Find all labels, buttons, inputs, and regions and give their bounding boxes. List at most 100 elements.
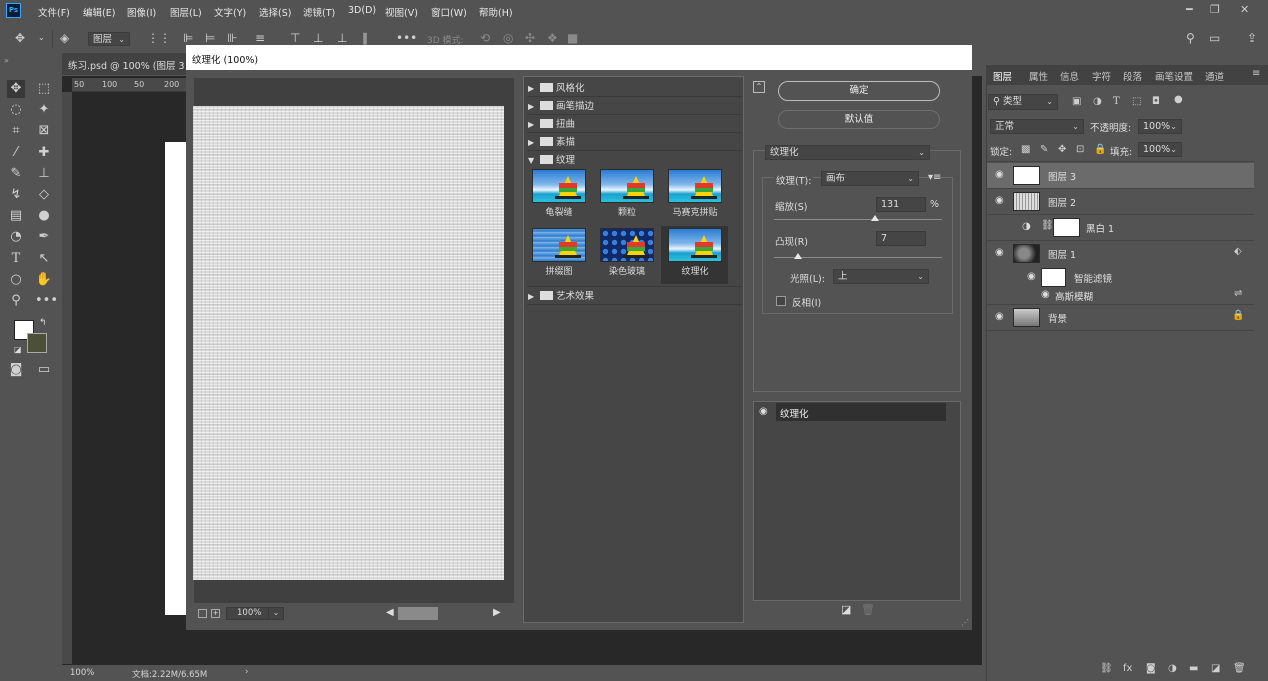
filter-blend-options-icon[interactable]: ⇌ bbox=[1234, 288, 1242, 299]
delete-layer-icon[interactable]: 🗑 bbox=[1233, 662, 1246, 676]
filter-smart-object-icon[interactable]: ◘ bbox=[1152, 95, 1160, 109]
tab-channels[interactable]: 通道 bbox=[1205, 69, 1224, 83]
thumb-texturizer[interactable] bbox=[668, 228, 722, 262]
relief-slider-knob[interactable] bbox=[793, 253, 802, 259]
fx-icon[interactable]: fx bbox=[1123, 662, 1132, 676]
invert-label[interactable]: 反相(I) bbox=[792, 295, 821, 309]
preview-horizontal-scrollbar[interactable] bbox=[398, 607, 438, 620]
panel-menu-icon[interactable]: ≡ bbox=[1252, 68, 1260, 79]
align-left-icon[interactable]: ⊫ bbox=[183, 31, 193, 45]
thumb-stained-glass[interactable] bbox=[600, 228, 654, 262]
filter-adjustment-icon[interactable]: ◑ bbox=[1093, 95, 1102, 109]
status-zoom[interactable]: 100% bbox=[70, 668, 94, 678]
folder-brush-strokes[interactable]: ▶ 画笔描边 bbox=[528, 98, 594, 114]
new-group-icon[interactable]: ▬ bbox=[1189, 662, 1198, 676]
filter-label-craquelure[interactable]: 龟裂缝 bbox=[528, 205, 590, 218]
invert-checkbox[interactable] bbox=[776, 296, 786, 306]
lock-pixels-icon[interactable]: ✎ bbox=[1040, 143, 1048, 157]
menu-image[interactable]: 图像(I) bbox=[127, 5, 156, 19]
align-top-icon[interactable]: ⊤ bbox=[290, 31, 300, 45]
default-button[interactable]: 默认值 bbox=[778, 110, 940, 129]
marquee-tool[interactable]: ⬚ bbox=[35, 80, 53, 98]
layer-row[interactable]: ◉ 图层 1 ⬖ bbox=[987, 241, 1254, 266]
move-tool[interactable]: ✥ bbox=[7, 80, 25, 98]
smart-filter-icon[interactable]: ⬖ bbox=[1234, 246, 1242, 257]
collapse-catalog-icon[interactable]: ⌃ bbox=[753, 81, 765, 93]
layer-row[interactable]: ◑ ⛓ 黑白 1 bbox=[987, 215, 1254, 240]
type-tool[interactable]: T bbox=[7, 250, 25, 268]
eye-icon[interactable]: ◉ bbox=[995, 195, 1004, 206]
auto-select-icon[interactable]: ◈ bbox=[60, 31, 69, 45]
chevron-right-icon[interactable]: › bbox=[245, 667, 248, 677]
scale-input[interactable]: 131 bbox=[876, 197, 926, 212]
screen-mode-icon[interactable]: ▭ bbox=[35, 361, 53, 379]
gradient-tool[interactable]: ▤ bbox=[7, 207, 25, 225]
layer-row[interactable]: ◉ 图层 3 bbox=[987, 163, 1254, 188]
swap-colors-icon[interactable]: ↰ bbox=[39, 318, 47, 328]
fill-input[interactable]: 100% ⌄ bbox=[1138, 142, 1182, 157]
layer-name[interactable]: 图层 2 bbox=[1048, 195, 1076, 209]
transform-controls-icon[interactable]: ⋮⋮ bbox=[147, 31, 171, 45]
layer-mask-thumbnail[interactable] bbox=[1053, 218, 1080, 237]
distribute-icon[interactable]: ≡ bbox=[255, 31, 265, 45]
thumb-grain[interactable] bbox=[600, 169, 654, 203]
magic-wand-tool[interactable]: ✦ bbox=[35, 101, 53, 119]
filter-label-mosaic-tiles[interactable]: 马赛克拼贴 bbox=[664, 205, 726, 218]
layer-row[interactable]: ◉ 背景 🔒 bbox=[987, 305, 1254, 330]
scale-slider-track[interactable] bbox=[774, 219, 942, 220]
folder-artistic[interactable]: ▶ 艺术效果 bbox=[528, 288, 594, 304]
menu-filter[interactable]: 滤镜(T) bbox=[303, 5, 335, 19]
effect-layer-row[interactable]: 纹理化 bbox=[776, 403, 946, 421]
new-effect-layer-icon[interactable]: ◪ bbox=[841, 603, 851, 616]
menu-edit[interactable]: 编辑(E) bbox=[83, 5, 115, 19]
eyedropper-tool[interactable]: ⁄ bbox=[7, 144, 25, 162]
filter-pixel-icon[interactable]: ▣ bbox=[1072, 95, 1081, 109]
blur-tool[interactable]: ● bbox=[35, 207, 53, 225]
layer-name[interactable]: 背景 bbox=[1048, 311, 1067, 325]
history-brush-tool[interactable]: ↯ bbox=[7, 186, 25, 204]
menu-window[interactable]: 窗口(W) bbox=[431, 5, 467, 19]
zoom-out-icon[interactable] bbox=[198, 609, 207, 618]
thumb-craquelure[interactable] bbox=[532, 169, 586, 203]
align-center-icon[interactable]: ⊨ bbox=[205, 31, 215, 45]
lock-position-icon[interactable]: ✥ bbox=[1058, 143, 1066, 157]
smart-filter-mask[interactable] bbox=[1041, 268, 1066, 287]
menu-help[interactable]: 帮助(H) bbox=[479, 5, 513, 19]
layer-row[interactable]: ◉ 图层 2 bbox=[987, 189, 1254, 214]
filter-label-texturizer[interactable]: 纹理化 bbox=[664, 264, 726, 277]
align-right-icon[interactable]: ⊪ bbox=[227, 31, 237, 45]
tab-paragraph[interactable]: 段落 bbox=[1123, 69, 1142, 83]
move-tool-icon[interactable]: ✥ bbox=[15, 31, 25, 45]
add-mask-icon[interactable]: ◙ bbox=[1146, 662, 1156, 676]
filter-toggle-icon[interactable]: ● bbox=[1174, 93, 1183, 107]
lasso-tool[interactable]: ◌ bbox=[7, 101, 25, 119]
layer-name[interactable]: 智能滤镜 bbox=[1074, 271, 1112, 285]
eye-icon[interactable]: ◉ bbox=[995, 311, 1004, 322]
hand-tool[interactable]: ✋ bbox=[35, 271, 53, 289]
blend-mode-dropdown[interactable]: 正常 ⌄ bbox=[990, 119, 1084, 134]
workspace-icon[interactable]: ▭ bbox=[1209, 31, 1220, 45]
tab-character[interactable]: 字符 bbox=[1092, 69, 1111, 83]
menu-view[interactable]: 视图(V) bbox=[385, 5, 418, 19]
link-icon[interactable]: ⛓ bbox=[1041, 220, 1054, 231]
link-layers-icon[interactable]: ⛓ bbox=[1100, 662, 1113, 676]
zoom-tool[interactable]: ⚲ bbox=[7, 292, 25, 310]
eraser-tool[interactable]: ◇ bbox=[35, 186, 53, 204]
more-tools-icon[interactable]: ••• bbox=[35, 292, 58, 310]
layer-name[interactable]: 黑白 1 bbox=[1086, 221, 1114, 235]
menu-file[interactable]: 文件(F) bbox=[38, 5, 70, 19]
eye-icon[interactable]: ◉ bbox=[759, 406, 768, 417]
share-icon[interactable]: ⇪ bbox=[1247, 31, 1257, 45]
layer-row[interactable]: ◉ 高斯模糊 ⇌ bbox=[987, 286, 1254, 304]
quick-mask-icon[interactable]: ◙ bbox=[7, 361, 25, 379]
texture-type-dropdown[interactable]: 画布 ⌄ bbox=[821, 171, 919, 186]
tab-info[interactable]: 信息 bbox=[1060, 69, 1079, 83]
folder-distort[interactable]: ▶ 扭曲 bbox=[528, 116, 575, 132]
tab-layers[interactable]: 图层 bbox=[993, 69, 1012, 83]
restore-icon[interactable]: ❐ bbox=[1210, 3, 1220, 16]
background-color[interactable] bbox=[27, 333, 47, 353]
dodge-tool[interactable]: ◔ bbox=[7, 228, 25, 246]
layer-kind-filter[interactable]: ⚲ 类型 ⌄ bbox=[988, 94, 1058, 110]
new-adjustment-icon[interactable]: ◑ bbox=[1168, 662, 1177, 676]
scale-slider-knob[interactable] bbox=[870, 215, 879, 221]
